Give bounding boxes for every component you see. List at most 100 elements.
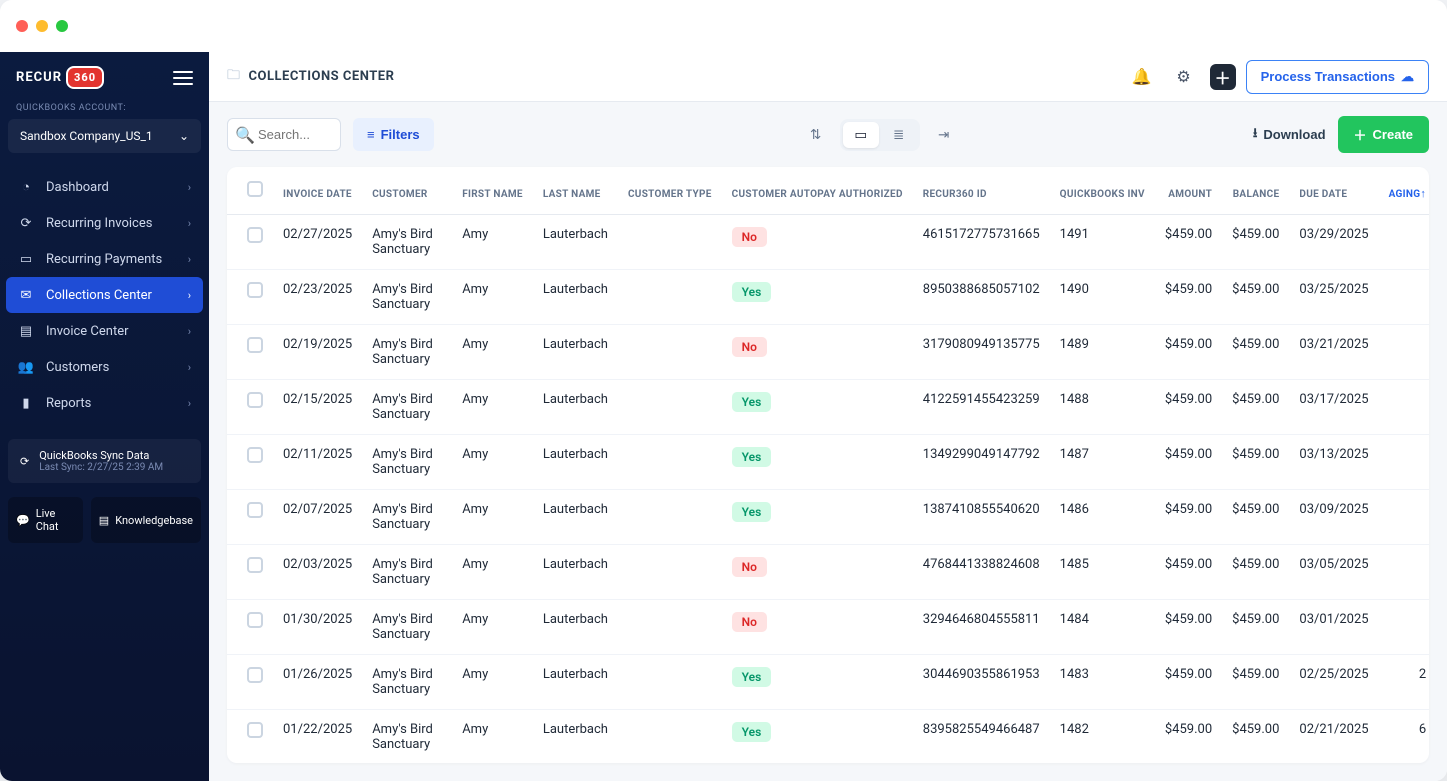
- live-chat-link[interactable]: 💬 Live Chat: [8, 497, 83, 543]
- sidebar-bottom-links: 💬 Live Chat ▤ Knowledgebase: [0, 497, 209, 555]
- minimize-window-dot[interactable]: [36, 20, 48, 32]
- table-body: 02/27/2025Amy's Bird SanctuaryAmyLauterb…: [227, 215, 1429, 764]
- cell-balance: $459.00: [1222, 600, 1289, 655]
- download-button[interactable]: ⭳ Download: [1253, 124, 1326, 146]
- card-view-button[interactable]: ▭: [843, 122, 879, 148]
- sidebar-item-reports[interactable]: ▮ Reports ›: [6, 385, 203, 421]
- table-row[interactable]: 02/19/2025Amy's Bird SanctuaryAmyLauterb…: [227, 325, 1429, 380]
- row-checkbox[interactable]: [247, 612, 263, 628]
- nav-label: Invoice Center: [46, 324, 129, 339]
- knowledgebase-link[interactable]: ▤ Knowledgebase: [91, 497, 201, 543]
- toolbar: 🔍 ≡ Filters ⇅ ▭ ≣ ⇥ ⭳: [209, 102, 1447, 167]
- cell-first-name: Amy: [452, 545, 533, 600]
- cell-last-name: Lauterbach: [533, 380, 618, 435]
- table-row[interactable]: 01/26/2025Amy's Bird SanctuaryAmyLauterb…: [227, 655, 1429, 710]
- add-icon[interactable]: ＋: [1210, 64, 1236, 90]
- table-row[interactable]: 02/11/2025Amy's Bird SanctuaryAmyLauterb…: [227, 435, 1429, 490]
- row-checkbox[interactable]: [247, 667, 263, 683]
- sidebar-item-recurring-invoices[interactable]: ⟳ Recurring Invoices ›: [6, 205, 203, 241]
- folder-icon: 🗀: [227, 66, 241, 88]
- filters-button[interactable]: ≡ Filters: [353, 118, 434, 151]
- table-row[interactable]: 02/23/2025Amy's Bird SanctuaryAmyLauterb…: [227, 270, 1429, 325]
- sort-toggle-icon[interactable]: ⇅: [802, 121, 830, 149]
- table-row[interactable]: 02/27/2025Amy's Bird SanctuaryAmyLauterb…: [227, 215, 1429, 270]
- col-balance[interactable]: BALANCE: [1222, 167, 1289, 215]
- create-button[interactable]: ＋ Create: [1338, 116, 1429, 153]
- chevron-right-icon: ›: [188, 181, 191, 194]
- row-checkbox[interactable]: [247, 557, 263, 573]
- columns-settings-icon[interactable]: ⇥: [930, 121, 958, 149]
- create-label: Create: [1373, 127, 1413, 142]
- col-due-date[interactable]: DUE DATE: [1289, 167, 1378, 215]
- col-amount[interactable]: AMOUNT: [1155, 167, 1222, 215]
- cell-customer-type: [618, 325, 722, 380]
- cell-invoice-date: 02/23/2025: [273, 270, 362, 325]
- row-checkbox[interactable]: [247, 337, 263, 353]
- settings-icon[interactable]: ⚙: [1168, 61, 1200, 93]
- col-last-name[interactable]: LAST NAME: [533, 167, 618, 215]
- sidebar-item-dashboard[interactable]: ◔ Dashboard ›: [6, 169, 203, 205]
- table-row[interactable]: 02/07/2025Amy's Bird SanctuaryAmyLauterb…: [227, 490, 1429, 545]
- cell-select: [227, 270, 273, 325]
- col-quickbooks-inv[interactable]: QUICKBOOKS INV: [1050, 167, 1155, 215]
- notifications-icon[interactable]: 🔔: [1126, 61, 1158, 93]
- account-selector[interactable]: Sandbox Company_US_1 ⌄: [8, 119, 201, 153]
- cell-customer-autopay-authorized: Yes: [722, 490, 913, 545]
- cell-select: [227, 545, 273, 600]
- col-customer-type[interactable]: CUSTOMER TYPE: [618, 167, 722, 215]
- row-checkbox[interactable]: [247, 447, 263, 463]
- app-window: RECUR 360 QUICKBOOKS ACCOUNT: Sandbox Co…: [0, 0, 1447, 781]
- sidebar-item-invoice-center[interactable]: ▤ Invoice Center ›: [6, 313, 203, 349]
- cell-last-name: Lauterbach: [533, 710, 618, 764]
- col-aging[interactable]: AGING↑: [1379, 167, 1429, 215]
- col-invoice-date[interactable]: INVOICE DATE: [273, 167, 362, 215]
- col-customer[interactable]: CUSTOMER: [362, 167, 452, 215]
- app-body: RECUR 360 QUICKBOOKS ACCOUNT: Sandbox Co…: [0, 52, 1447, 781]
- col-customer-autopay-authorized[interactable]: CUSTOMER AUTOPAY AUTHORIZED: [722, 167, 913, 215]
- col-first-name[interactable]: FIRST NAME: [452, 167, 533, 215]
- cell-aging: [1379, 545, 1429, 600]
- autopay-badge: No: [732, 557, 767, 577]
- cell-customer: Amy's Bird Sanctuary: [362, 655, 452, 710]
- cell-balance: $459.00: [1222, 545, 1289, 600]
- knowledgebase-label: Knowledgebase: [115, 514, 193, 527]
- cell-select: [227, 490, 273, 545]
- main: 🗀 COLLECTIONS CENTER 🔔 ⚙ ＋ Process Trans…: [209, 52, 1447, 781]
- sync-title: QuickBooks Sync Data: [39, 449, 163, 462]
- row-checkbox[interactable]: [247, 282, 263, 298]
- cell-customer-autopay-authorized: No: [722, 545, 913, 600]
- table-row[interactable]: 02/15/2025Amy's Bird SanctuaryAmyLauterb…: [227, 380, 1429, 435]
- cell-invoice-date: 02/03/2025: [273, 545, 362, 600]
- row-checkbox[interactable]: [247, 227, 263, 243]
- process-transactions-button[interactable]: Process Transactions ☁: [1246, 60, 1429, 94]
- cell-last-name: Lauterbach: [533, 545, 618, 600]
- col-select[interactable]: [227, 167, 273, 215]
- list-view-button[interactable]: ≣: [881, 122, 917, 148]
- cell-customer-autopay-authorized: No: [722, 600, 913, 655]
- view-segment: ▭ ≣: [840, 119, 920, 151]
- row-checkbox[interactable]: [247, 502, 263, 518]
- cell-invoice-date: 02/11/2025: [273, 435, 362, 490]
- table-row[interactable]: 02/03/2025Amy's Bird SanctuaryAmyLauterb…: [227, 545, 1429, 600]
- menu-toggle-icon[interactable]: [173, 71, 193, 85]
- cell-customer: Amy's Bird Sanctuary: [362, 490, 452, 545]
- sidebar-item-collections-center[interactable]: ✉ Collections Center ›: [6, 277, 203, 313]
- sidebar-item-customers[interactable]: 👥 Customers ›: [6, 349, 203, 385]
- cell-amount: $459.00: [1155, 380, 1222, 435]
- table-row[interactable]: 01/30/2025Amy's Bird SanctuaryAmyLauterb…: [227, 600, 1429, 655]
- row-checkbox[interactable]: [247, 722, 263, 738]
- sidebar-nav: ◔ Dashboard ›⟳ Recurring Invoices ›▭ Rec…: [0, 165, 209, 425]
- row-checkbox[interactable]: [247, 392, 263, 408]
- cell-customer-type: [618, 545, 722, 600]
- table-card[interactable]: INVOICE DATECUSTOMERFIRST NAMELAST NAMEC…: [227, 167, 1429, 763]
- chevron-right-icon: ›: [188, 397, 191, 410]
- cell-aging: [1379, 600, 1429, 655]
- select-all-checkbox[interactable]: [247, 181, 263, 197]
- table-row[interactable]: 01/22/2025Amy's Bird SanctuaryAmyLauterb…: [227, 710, 1429, 764]
- col-recur360-id[interactable]: RECUR360 ID: [913, 167, 1050, 215]
- close-window-dot[interactable]: [16, 20, 28, 32]
- maximize-window-dot[interactable]: [56, 20, 68, 32]
- sync-box[interactable]: ⟳ QuickBooks Sync Data Last Sync: 2/27/2…: [8, 439, 201, 483]
- sidebar-item-recurring-payments[interactable]: ▭ Recurring Payments ›: [6, 241, 203, 277]
- cell-invoice-date: 01/30/2025: [273, 600, 362, 655]
